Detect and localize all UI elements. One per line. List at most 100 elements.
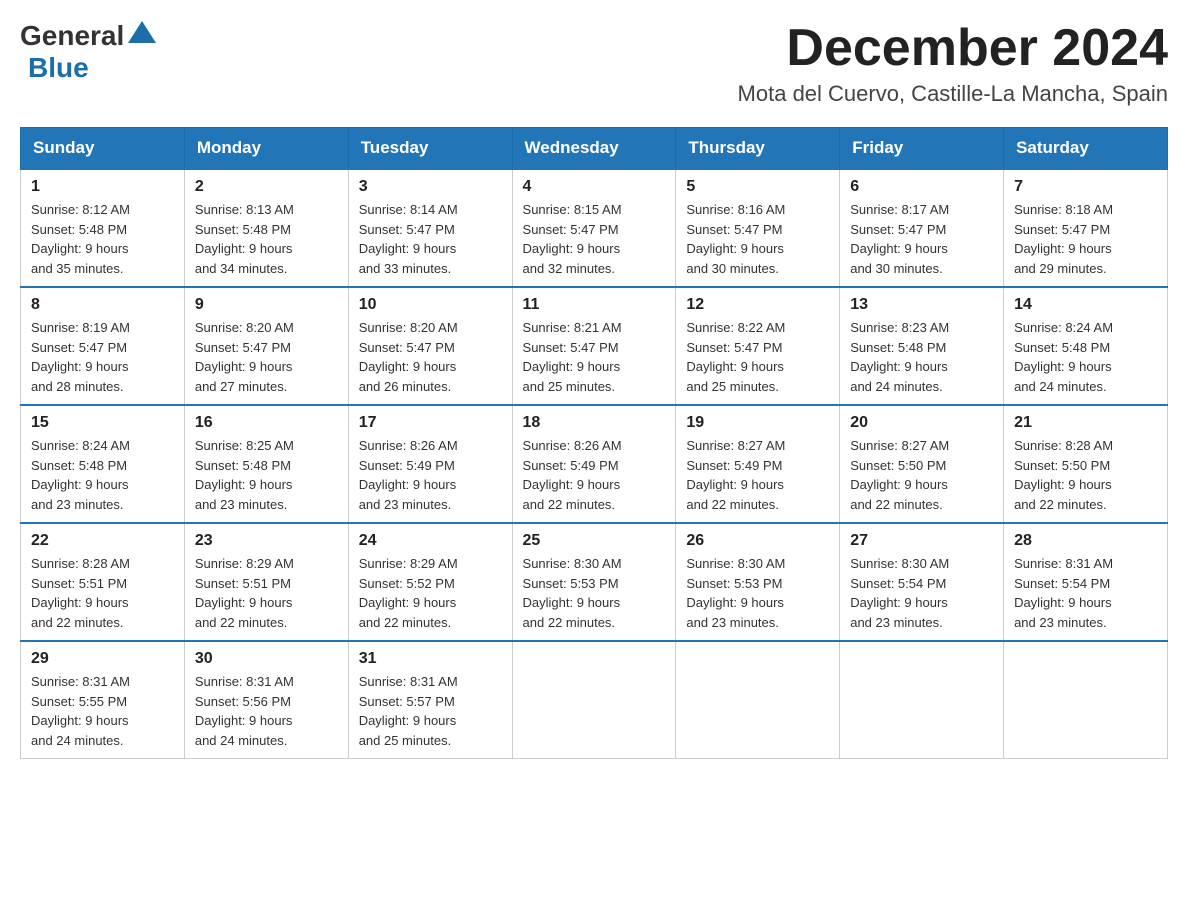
calendar-cell: 6Sunrise: 8:17 AMSunset: 5:47 PMDaylight… bbox=[840, 169, 1004, 287]
day-info: Sunrise: 8:26 AMSunset: 5:49 PMDaylight:… bbox=[523, 436, 666, 514]
day-number: 1 bbox=[31, 178, 174, 196]
day-info: Sunrise: 8:27 AMSunset: 5:49 PMDaylight:… bbox=[686, 436, 829, 514]
day-info: Sunrise: 8:24 AMSunset: 5:48 PMDaylight:… bbox=[1014, 318, 1157, 396]
week-row-4: 22 Sunrise: 8:28 AMSunset: 5:51 PMDayligh… bbox=[21, 523, 1168, 641]
day-info: Sunrise: 8:20 AMSunset: 5:47 PMDaylight:… bbox=[195, 318, 338, 396]
month-title: December 2024 bbox=[738, 20, 1168, 77]
day-info: Sunrise: 8:30 AMSunset: 5:53 PMDaylight:… bbox=[523, 554, 666, 632]
calendar-cell bbox=[1004, 641, 1168, 759]
day-info: Sunrise: 8:19 AMSunset: 5:47 PMDaylight:… bbox=[31, 318, 174, 396]
calendar-cell: 30Sunrise: 8:31 AMSunset: 5:56 PMDayligh… bbox=[184, 641, 348, 759]
weekday-header-sunday: Sunday bbox=[21, 128, 185, 170]
calendar-cell: 4 Sunrise: 8:15 AMSunset: 5:47 PMDaylight… bbox=[512, 169, 676, 287]
day-number: 18 bbox=[523, 414, 666, 432]
day-number: 26 bbox=[686, 532, 829, 550]
calendar-cell: 10 Sunrise: 8:20 AMSunset: 5:47 PMDayligh… bbox=[348, 287, 512, 405]
calendar-cell: 27 Sunrise: 8:30 AMSunset: 5:54 PMDayligh… bbox=[840, 523, 1004, 641]
day-info: Sunrise: 8:12 AMSunset: 5:48 PMDaylight:… bbox=[31, 200, 174, 278]
calendar-cell: 23 Sunrise: 8:29 AMSunset: 5:51 PMDayligh… bbox=[184, 523, 348, 641]
day-info: Sunrise: 8:25 AMSunset: 5:48 PMDaylight:… bbox=[195, 436, 338, 514]
calendar-cell: 19 Sunrise: 8:27 AMSunset: 5:49 PMDayligh… bbox=[676, 405, 840, 523]
day-info: Sunrise: 8:31 AMSunset: 5:56 PMDaylight:… bbox=[195, 672, 338, 750]
day-number: 4 bbox=[523, 178, 666, 196]
day-number: 20 bbox=[850, 414, 993, 432]
calendar-cell: 1 Sunrise: 8:12 AMSunset: 5:48 PMDaylight… bbox=[21, 169, 185, 287]
day-number: 3 bbox=[359, 178, 502, 196]
day-info: Sunrise: 8:29 AMSunset: 5:51 PMDaylight:… bbox=[195, 554, 338, 632]
day-number: 31 bbox=[359, 650, 502, 668]
day-info: Sunrise: 8:27 AMSunset: 5:50 PMDaylight:… bbox=[850, 436, 993, 514]
week-row-3: 15Sunrise: 8:24 AMSunset: 5:48 PMDayligh… bbox=[21, 405, 1168, 523]
weekday-header-wednesday: Wednesday bbox=[512, 128, 676, 170]
day-info: Sunrise: 8:26 AMSunset: 5:49 PMDaylight:… bbox=[359, 436, 502, 514]
calendar-cell bbox=[512, 641, 676, 759]
day-info: Sunrise: 8:16 AMSunset: 5:47 PMDaylight:… bbox=[686, 200, 829, 278]
calendar-cell: 21Sunrise: 8:28 AMSunset: 5:50 PMDayligh… bbox=[1004, 405, 1168, 523]
day-number: 10 bbox=[359, 296, 502, 314]
day-number: 15 bbox=[31, 414, 174, 432]
calendar-table: SundayMondayTuesdayWednesdayThursdayFrid… bbox=[20, 127, 1168, 759]
day-info: Sunrise: 8:21 AMSunset: 5:47 PMDaylight:… bbox=[523, 318, 666, 396]
day-number: 23 bbox=[195, 532, 338, 550]
logo-general-text: General bbox=[20, 20, 124, 52]
weekday-header-monday: Monday bbox=[184, 128, 348, 170]
day-info: Sunrise: 8:23 AMSunset: 5:48 PMDaylight:… bbox=[850, 318, 993, 396]
calendar-cell bbox=[840, 641, 1004, 759]
logo: General Blue bbox=[20, 20, 156, 84]
calendar-cell: 26 Sunrise: 8:30 AMSunset: 5:53 PMDayligh… bbox=[676, 523, 840, 641]
calendar-cell: 25Sunrise: 8:30 AMSunset: 5:53 PMDayligh… bbox=[512, 523, 676, 641]
calendar-cell: 31 Sunrise: 8:31 AMSunset: 5:57 PMDayligh… bbox=[348, 641, 512, 759]
title-section: December 2024 Mota del Cuervo, Castille-… bbox=[738, 20, 1168, 107]
day-number: 28 bbox=[1014, 532, 1157, 550]
day-info: Sunrise: 8:30 AMSunset: 5:53 PMDaylight:… bbox=[686, 554, 829, 632]
day-info: Sunrise: 8:28 AMSunset: 5:51 PMDaylight:… bbox=[31, 554, 174, 632]
day-number: 7 bbox=[1014, 178, 1157, 196]
day-number: 16 bbox=[195, 414, 338, 432]
day-number: 13 bbox=[850, 296, 993, 314]
day-info: Sunrise: 8:31 AMSunset: 5:55 PMDaylight:… bbox=[31, 672, 174, 750]
calendar-cell: 18 Sunrise: 8:26 AMSunset: 5:49 PMDayligh… bbox=[512, 405, 676, 523]
day-number: 27 bbox=[850, 532, 993, 550]
logo-blue-text: Blue bbox=[28, 52, 89, 83]
weekday-header-tuesday: Tuesday bbox=[348, 128, 512, 170]
location-title: Mota del Cuervo, Castille-La Mancha, Spa… bbox=[738, 81, 1168, 107]
calendar-cell: 9Sunrise: 8:20 AMSunset: 5:47 PMDaylight… bbox=[184, 287, 348, 405]
day-info: Sunrise: 8:13 AMSunset: 5:48 PMDaylight:… bbox=[195, 200, 338, 278]
day-info: Sunrise: 8:15 AMSunset: 5:47 PMDaylight:… bbox=[523, 200, 666, 278]
day-info: Sunrise: 8:31 AMSunset: 5:54 PMDaylight:… bbox=[1014, 554, 1157, 632]
calendar-cell: 17Sunrise: 8:26 AMSunset: 5:49 PMDayligh… bbox=[348, 405, 512, 523]
day-number: 22 bbox=[31, 532, 174, 550]
calendar-cell: 29 Sunrise: 8:31 AMSunset: 5:55 PMDayligh… bbox=[21, 641, 185, 759]
day-info: Sunrise: 8:30 AMSunset: 5:54 PMDaylight:… bbox=[850, 554, 993, 632]
calendar-cell: 13 Sunrise: 8:23 AMSunset: 5:48 PMDayligh… bbox=[840, 287, 1004, 405]
week-row-2: 8 Sunrise: 8:19 AMSunset: 5:47 PMDaylight… bbox=[21, 287, 1168, 405]
calendar-cell: 2 Sunrise: 8:13 AMSunset: 5:48 PMDaylight… bbox=[184, 169, 348, 287]
day-info: Sunrise: 8:20 AMSunset: 5:47 PMDaylight:… bbox=[359, 318, 502, 396]
day-info: Sunrise: 8:31 AMSunset: 5:57 PMDaylight:… bbox=[359, 672, 502, 750]
calendar-cell: 8 Sunrise: 8:19 AMSunset: 5:47 PMDaylight… bbox=[21, 287, 185, 405]
weekday-header-friday: Friday bbox=[840, 128, 1004, 170]
day-number: 19 bbox=[686, 414, 829, 432]
day-info: Sunrise: 8:18 AMSunset: 5:47 PMDaylight:… bbox=[1014, 200, 1157, 278]
calendar-cell: 3 Sunrise: 8:14 AMSunset: 5:47 PMDaylight… bbox=[348, 169, 512, 287]
weekday-header-thursday: Thursday bbox=[676, 128, 840, 170]
week-row-1: 1 Sunrise: 8:12 AMSunset: 5:48 PMDaylight… bbox=[21, 169, 1168, 287]
day-number: 29 bbox=[31, 650, 174, 668]
day-number: 8 bbox=[31, 296, 174, 314]
day-number: 2 bbox=[195, 178, 338, 196]
calendar-cell: 11 Sunrise: 8:21 AMSunset: 5:47 PMDayligh… bbox=[512, 287, 676, 405]
calendar-cell: 16 Sunrise: 8:25 AMSunset: 5:48 PMDayligh… bbox=[184, 405, 348, 523]
page-header: General Blue December 2024 Mota del Cuer… bbox=[20, 20, 1168, 107]
calendar-cell: 5Sunrise: 8:16 AMSunset: 5:47 PMDaylight… bbox=[676, 169, 840, 287]
day-number: 14 bbox=[1014, 296, 1157, 314]
calendar-cell: 22 Sunrise: 8:28 AMSunset: 5:51 PMDayligh… bbox=[21, 523, 185, 641]
calendar-cell: 24Sunrise: 8:29 AMSunset: 5:52 PMDayligh… bbox=[348, 523, 512, 641]
day-number: 11 bbox=[523, 296, 666, 314]
calendar-cell: 12Sunrise: 8:22 AMSunset: 5:47 PMDayligh… bbox=[676, 287, 840, 405]
day-number: 6 bbox=[850, 178, 993, 196]
calendar-cell: 15Sunrise: 8:24 AMSunset: 5:48 PMDayligh… bbox=[21, 405, 185, 523]
calendar-cell: 20 Sunrise: 8:27 AMSunset: 5:50 PMDayligh… bbox=[840, 405, 1004, 523]
calendar-cell: 14 Sunrise: 8:24 AMSunset: 5:48 PMDayligh… bbox=[1004, 287, 1168, 405]
day-info: Sunrise: 8:14 AMSunset: 5:47 PMDaylight:… bbox=[359, 200, 502, 278]
day-number: 24 bbox=[359, 532, 502, 550]
